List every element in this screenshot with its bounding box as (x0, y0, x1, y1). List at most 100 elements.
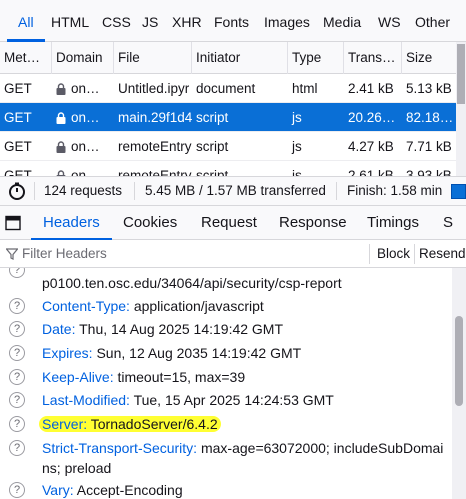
column-initiator[interactable]: Initiator (192, 42, 288, 74)
block-button[interactable]: Block (377, 240, 410, 268)
filter-tab-xhr[interactable]: XHR (170, 8, 204, 36)
filter-tab-all[interactable]: All (7, 8, 44, 42)
help-icon[interactable]: ? (9, 345, 25, 361)
cell-domain: on… (52, 74, 114, 103)
cell-type: js (292, 110, 302, 125)
tab-security[interactable]: S (443, 206, 453, 240)
tab-headers[interactable]: Headers (31, 206, 112, 240)
column-transferred[interactable]: Trans… (344, 42, 402, 74)
cell-transferred: 4.27 kB (348, 139, 394, 154)
lock-icon (56, 112, 66, 124)
table-row-selected[interactable]: GET on… main.29f1d4 script js 20.26… 82.… (0, 103, 456, 132)
header-value: application/javascript (133, 298, 264, 314)
cell-method: GET (4, 168, 32, 176)
cell-method: GET (4, 110, 32, 125)
help-icon[interactable]: ? (9, 298, 25, 314)
cell-type: html (292, 81, 318, 96)
highlight-marker: Server: TornadoServer/6.4.2 (39, 416, 221, 432)
header-name: Date: (42, 321, 76, 337)
filter-headers-input[interactable]: Filter Headers (22, 240, 107, 268)
cell-size: 5.13 kB (406, 81, 452, 96)
divider (369, 244, 370, 264)
tab-cookies[interactable]: Cookies (123, 206, 177, 240)
cell-domain: on… (52, 161, 114, 176)
cell-method: GET (4, 139, 32, 154)
cell-transferred: 2.61 kB (348, 168, 394, 176)
cell-file: Untitled.ipyr (118, 81, 190, 96)
header-name: Server: (42, 416, 88, 432)
cell-initiator: script (196, 139, 229, 154)
response-headers-list: ? p0100.ten.osc.edu/34064/api/security/c… (0, 268, 452, 499)
filter-tab-js[interactable]: JS (140, 8, 160, 36)
column-domain[interactable]: Domain (52, 42, 114, 74)
headers-scrollbar-thumb[interactable] (455, 316, 463, 406)
cell-size: 82.18… (406, 110, 454, 125)
cell-domain: on… (52, 103, 114, 132)
stopwatch-icon[interactable] (8, 182, 26, 200)
headers-scrollbar[interactable] (452, 268, 466, 499)
cell-transferred: 2.41 kB (348, 81, 394, 96)
cell-size: 3.93 kB (406, 168, 452, 176)
cell-domain: on… (52, 132, 114, 161)
tab-response[interactable]: Response (279, 206, 347, 240)
help-icon[interactable]: ? (9, 440, 25, 456)
table-header: Met… Domain File Initiator Type Trans… S… (0, 42, 456, 74)
tab-timings[interactable]: Timings (367, 206, 419, 240)
header-name: Expires: (42, 345, 93, 361)
header-name: Vary: (42, 482, 74, 498)
help-icon[interactable]: ? (9, 392, 25, 408)
help-icon[interactable]: ? (9, 369, 25, 385)
cell-initiator: script (196, 110, 229, 125)
table-row[interactable]: GET on… remoteEntry script js 4.27 kB 7.… (0, 132, 456, 161)
cell-initiator: script (196, 168, 229, 176)
column-size[interactable]: Size (402, 42, 456, 74)
timeline-marker (451, 184, 466, 199)
transferred-total: 5.45 MB / 1.57 MB transferred (145, 183, 326, 198)
header-name: Strict-Transport-Security: (42, 440, 198, 456)
filter-tab-css[interactable]: CSS (100, 8, 133, 36)
help-icon[interactable]: ? (9, 482, 25, 498)
cell-file: remoteEntry (118, 168, 192, 176)
divider (336, 182, 337, 200)
column-method[interactable]: Met… (0, 42, 52, 74)
finish-time: Finish: 1.58 min (347, 183, 443, 198)
header-value-continuation: ns; preload (42, 460, 112, 476)
header-value: Thu, 14 Aug 2025 14:19:42 GMT (79, 321, 284, 337)
table-scrollbar-thumb[interactable] (457, 44, 465, 104)
column-file[interactable]: File (114, 42, 192, 74)
headers-toolbar: Filter Headers Block Resend (0, 240, 466, 268)
resend-button[interactable]: Resend (419, 240, 466, 268)
divider (34, 182, 35, 200)
filter-tab-ws[interactable]: WS (376, 8, 403, 36)
cell-method: GET (4, 81, 32, 96)
requests-table: Met… Domain File Initiator Type Trans… S… (0, 42, 466, 176)
filter-tab-media[interactable]: Media (321, 8, 363, 36)
cell-domain-text: on… (71, 139, 100, 154)
header-value: TornadoServer/6.4.2 (90, 416, 218, 432)
table-row[interactable]: GET on… remoteEntry script js 2.61 kB 3.… (0, 161, 456, 176)
detail-tabs: Headers Cookies Request Response Timings… (0, 206, 466, 240)
filter-tab-html[interactable]: HTML (49, 8, 91, 36)
header-value: timeout=15, max=39 (117, 369, 246, 385)
divider (134, 182, 135, 200)
help-icon[interactable]: ? (9, 321, 25, 337)
divider (414, 244, 415, 264)
filter-tab-other[interactable]: Other (413, 8, 452, 36)
column-type[interactable]: Type (288, 42, 344, 74)
cell-domain-text: on… (71, 110, 100, 125)
table-scrollbar[interactable] (456, 42, 466, 176)
header-value: Sun, 12 Aug 2035 14:19:42 GMT (96, 345, 302, 361)
filter-tab-fonts[interactable]: Fonts (212, 8, 251, 36)
header-name: Last-Modified: (42, 392, 130, 408)
cell-type: js (292, 139, 302, 154)
filter-icon (6, 248, 18, 260)
cell-size: 7.71 kB (406, 139, 452, 154)
sidebar-toggle-icon[interactable] (5, 215, 21, 231)
header-value: Tue, 15 Apr 2025 14:24:53 GMT (133, 392, 334, 408)
filter-tab-images[interactable]: Images (262, 8, 312, 36)
help-icon[interactable]: ? (9, 416, 25, 432)
lock-icon (56, 83, 66, 95)
tab-request[interactable]: Request (201, 206, 257, 240)
help-icon[interactable]: ? (9, 268, 25, 278)
table-row[interactable]: GET on… Untitled.ipyr document html 2.41… (0, 74, 456, 103)
